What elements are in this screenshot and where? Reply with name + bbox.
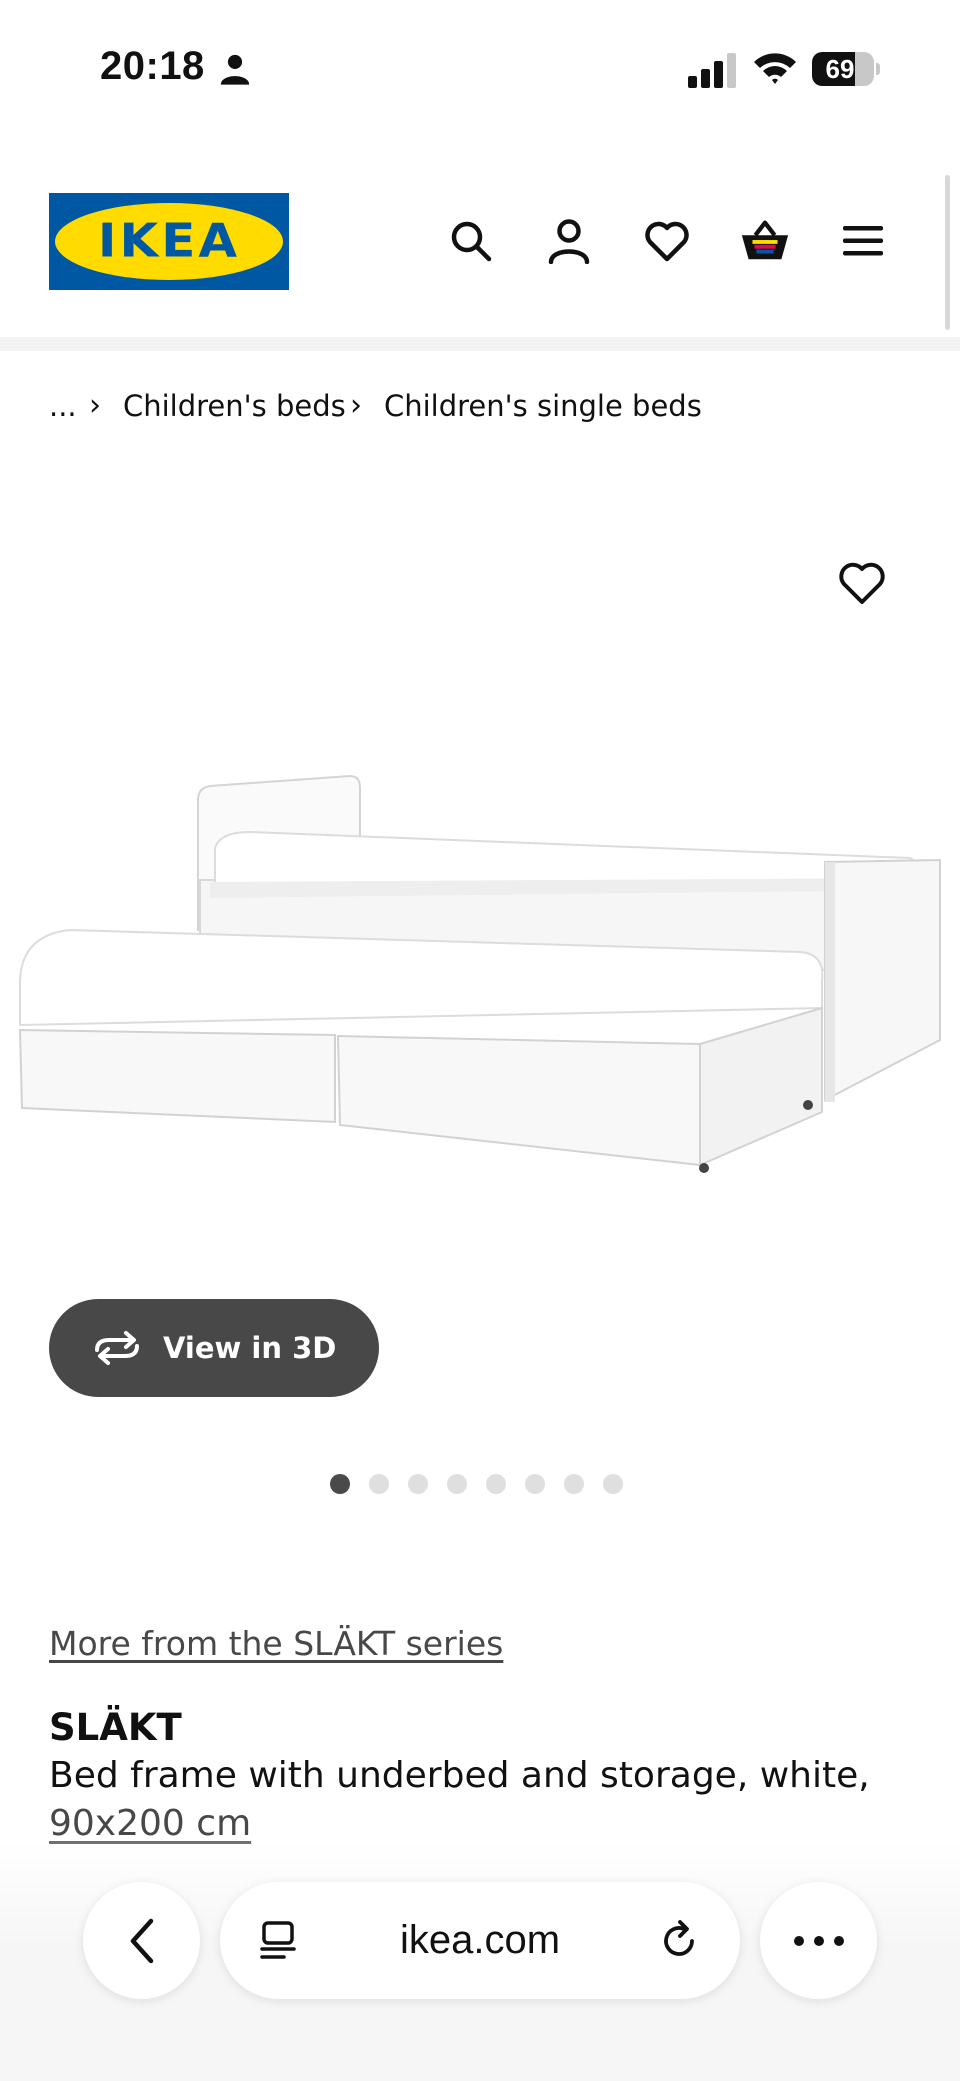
battery-indicator: 69 [812,52,880,86]
chevron-right-icon: › [89,388,101,423]
carousel-dot[interactable] [369,1474,389,1494]
search-icon [451,221,492,262]
status-time: 20:18 [100,44,205,88]
carousel-dot[interactable] [564,1474,584,1494]
account-icon [548,219,590,264]
rotate-3d-icon [95,1331,139,1365]
person-icon [220,54,250,85]
scrollbar[interactable] [945,175,950,330]
breadcrumb-childrens-single-beds[interactable]: Children's single beds [384,384,702,428]
view-in-3d-button[interactable]: View in 3D [49,1299,379,1397]
header-divider [0,337,960,351]
reload-icon[interactable] [658,1920,700,1962]
carousel-dot[interactable] [486,1474,506,1494]
more-options-button[interactable] [760,1882,877,1999]
product-image-bed[interactable] [10,740,950,1190]
basket-button[interactable] [739,215,791,267]
basket-icon [741,220,789,260]
series-link[interactable]: More from the SLÄKT series [49,1624,503,1663]
ellipsis-icon [793,1935,844,1946]
address-bar[interactable]: ikea.com [220,1882,740,1999]
chevron-right-icon: › [350,388,362,423]
image-carousel-dots [330,1474,623,1494]
carousel-dot[interactable] [330,1474,350,1494]
carousel-dot[interactable] [447,1474,467,1494]
product-description: Bed frame with underbed and storage, whi… [49,1755,870,1796]
menu-button[interactable] [837,215,889,267]
view-in-3d-label: View in 3D [163,1331,337,1365]
menu-icon [843,226,883,256]
wifi-icon [754,53,796,84]
add-to-favourites-icon[interactable] [838,560,886,606]
product-size-link[interactable]: 90x200 cm [49,1803,251,1844]
browser-back-button[interactable] [83,1882,200,1999]
carousel-dot[interactable] [408,1474,428,1494]
logo-text: IKEA [97,214,241,268]
carousel-dot[interactable] [525,1474,545,1494]
battery-level: 69 [825,54,855,84]
favourites-button[interactable] [641,215,693,267]
heart-icon [645,221,689,262]
search-button[interactable] [445,215,497,267]
account-button[interactable] [543,215,595,267]
product-name: SLÄKT [49,1706,182,1749]
breadcrumb-childrens-beds[interactable]: Children's beds [123,384,346,428]
ikea-logo[interactable]: IKEA [49,193,289,290]
cellular-signal-icon [688,53,736,88]
carousel-dot[interactable] [603,1474,623,1494]
chevron-left-icon [130,1918,153,1963]
breadcrumb-ellipsis[interactable]: ... [49,384,77,428]
